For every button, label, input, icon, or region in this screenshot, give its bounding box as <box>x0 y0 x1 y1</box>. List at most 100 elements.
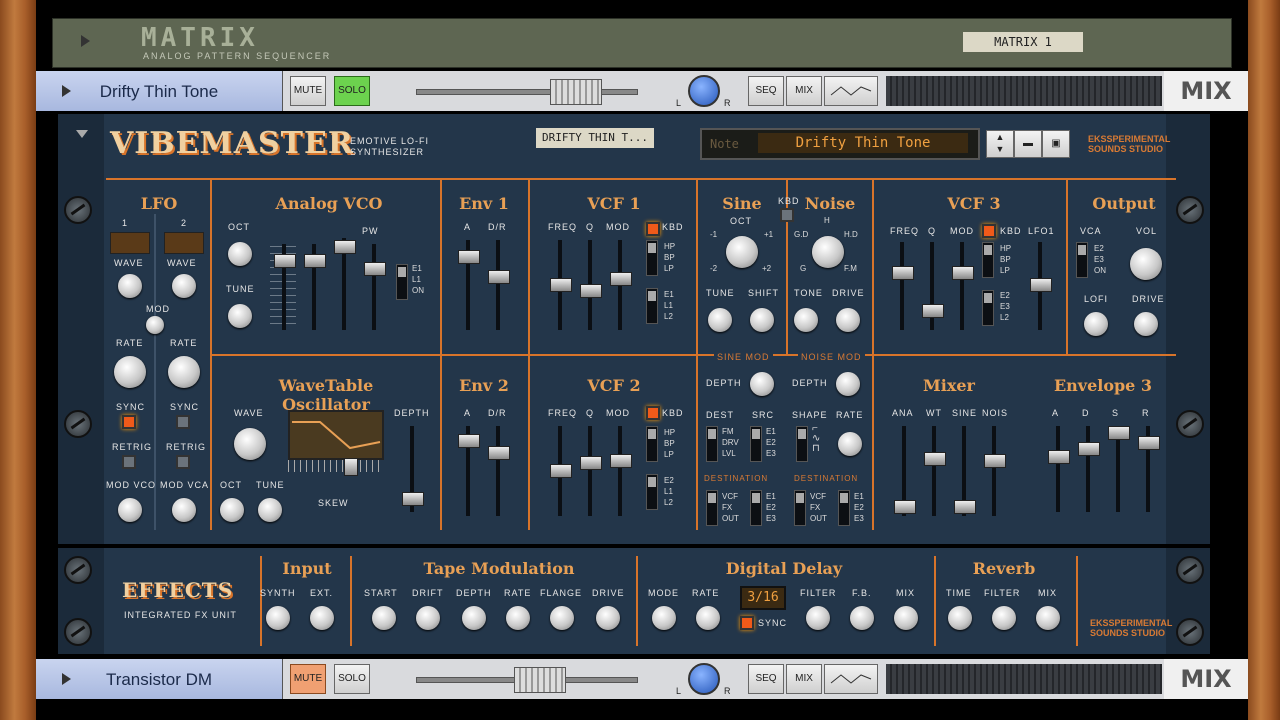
noise-drive-knob[interactable] <box>836 308 860 332</box>
lfo-mod-knob[interactable] <box>146 316 164 334</box>
output-vol-knob[interactable] <box>1130 248 1162 280</box>
noisemod-rate-knob[interactable] <box>838 432 862 456</box>
wt-tune-knob[interactable] <box>258 498 282 522</box>
vco-mod-switch[interactable] <box>396 264 408 300</box>
output-vca-switch[interactable] <box>1076 242 1088 278</box>
seq-button[interactable]: SEQ <box>748 664 784 694</box>
vcf3-lfo1-slider[interactable] <box>1030 242 1052 330</box>
save-icon[interactable]: ▣ <box>1042 130 1070 158</box>
pan-knob[interactable] <box>688 75 720 107</box>
pan-knob[interactable] <box>688 663 720 695</box>
noisemod-out-switch[interactable] <box>794 490 806 526</box>
patch-display[interactable]: Note Drifty Thin Tone <box>700 128 980 160</box>
expand-triangle-icon[interactable] <box>81 35 90 47</box>
wt-wave-knob[interactable] <box>234 428 266 460</box>
noise-type-knob[interactable] <box>812 236 844 268</box>
env3-sustain-slider[interactable] <box>1108 426 1130 512</box>
vco-square-slider[interactable] <box>334 238 356 330</box>
lfo2-rate-knob[interactable] <box>168 356 200 388</box>
mute-button[interactable]: MUTE <box>290 664 326 694</box>
output-drive-knob[interactable] <box>1134 312 1158 336</box>
delay-fb-knob[interactable] <box>850 606 874 630</box>
env1-attack-slider[interactable] <box>458 240 480 330</box>
vcf2-mod-slider[interactable] <box>610 426 632 516</box>
mix-button[interactable]: MIX <box>786 76 822 106</box>
vco-saw-slider[interactable] <box>274 244 296 330</box>
sinemod-depth-knob[interactable] <box>750 372 774 396</box>
noisemod-shape-switch[interactable] <box>796 426 808 462</box>
sinemod-out-switch[interactable] <box>706 490 718 526</box>
folder-icon[interactable]: ▬ <box>1014 130 1042 158</box>
mixer-wt-slider[interactable] <box>924 426 946 516</box>
vco-pw-slider[interactable] <box>364 244 386 330</box>
vcf3-kbd-led[interactable] <box>982 224 996 238</box>
lfo2-wave-knob[interactable] <box>172 274 196 298</box>
vcf1-freq-slider[interactable] <box>550 240 572 330</box>
lfo2-sync-led[interactable] <box>176 415 190 429</box>
sine-kbd-button[interactable] <box>780 208 794 222</box>
sine-shift-knob[interactable] <box>750 308 774 332</box>
delay-sync-led[interactable] <box>740 616 754 630</box>
output-lofi-knob[interactable] <box>1084 312 1108 336</box>
mixer-noise-slider[interactable] <box>984 426 1006 516</box>
sine-oct-knob[interactable] <box>726 236 758 268</box>
noisemod-depth-knob[interactable] <box>836 372 860 396</box>
automation-wave-button[interactable] <box>824 664 878 694</box>
tape-rate-knob[interactable] <box>506 606 530 630</box>
tape-flange-knob[interactable] <box>550 606 574 630</box>
vcf3-mod-slider[interactable] <box>952 242 974 330</box>
track-name-box[interactable]: Drifty Thin Tone <box>36 71 283 111</box>
wt-depth-slider[interactable] <box>402 426 424 512</box>
lfo1-wave-knob[interactable] <box>118 274 142 298</box>
sinemod-out-src-switch[interactable] <box>750 490 762 526</box>
vcf2-q-slider[interactable] <box>580 426 602 516</box>
mixer-ana-slider[interactable] <box>894 426 916 516</box>
reverb-filter-knob[interactable] <box>992 606 1016 630</box>
patch-tape-label[interactable]: DRIFTY THIN T... <box>536 128 654 148</box>
lfo2-retrig-button[interactable] <box>176 455 190 469</box>
env2-decay-slider[interactable] <box>488 426 510 516</box>
delay-filter-knob[interactable] <box>806 606 830 630</box>
lfo1-retrig-button[interactable] <box>122 455 136 469</box>
noisemod-src-switch[interactable] <box>838 490 850 526</box>
lfo1-sync-led[interactable] <box>122 415 136 429</box>
track-name-box[interactable]: Transistor DM <box>36 659 283 699</box>
env3-decay-slider[interactable] <box>1078 426 1100 512</box>
vcf1-mod-src-switch[interactable] <box>646 288 658 324</box>
env3-release-slider[interactable] <box>1138 426 1160 512</box>
sinemod-src-switch[interactable] <box>750 426 762 462</box>
vcf2-kbd-led[interactable] <box>646 406 660 420</box>
vcf1-mod-slider[interactable] <box>610 240 632 330</box>
wt-skew-slider[interactable] <box>344 458 358 476</box>
seq-button[interactable]: SEQ <box>748 76 784 106</box>
input-ext-knob[interactable] <box>310 606 334 630</box>
tape-drift-knob[interactable] <box>416 606 440 630</box>
delay-mix-knob[interactable] <box>894 606 918 630</box>
mod-vca-knob[interactable] <box>172 498 196 522</box>
vcf2-mod-src-switch[interactable] <box>646 474 658 510</box>
mod-vco-knob[interactable] <box>118 498 142 522</box>
mix-button[interactable]: MIX <box>786 664 822 694</box>
vcf2-mode-switch[interactable] <box>646 426 658 462</box>
input-synth-knob[interactable] <box>266 606 290 630</box>
sinemod-dest-switch[interactable] <box>706 426 718 462</box>
fold-triangle-icon[interactable] <box>76 130 88 138</box>
delay-rate-knob[interactable] <box>696 606 720 630</box>
matrix-tape-label[interactable]: MATRIX 1 <box>963 32 1083 52</box>
env3-attack-slider[interactable] <box>1048 426 1070 512</box>
tape-start-knob[interactable] <box>372 606 396 630</box>
vcf1-mode-switch[interactable] <box>646 240 658 276</box>
tape-depth-knob[interactable] <box>462 606 486 630</box>
vco-oct-knob[interactable] <box>228 242 252 266</box>
noise-tone-knob[interactable] <box>794 308 818 332</box>
sine-tune-knob[interactable] <box>708 308 732 332</box>
solo-button[interactable]: SOLO <box>334 76 370 106</box>
tape-drive-knob[interactable] <box>596 606 620 630</box>
vcf3-freq-slider[interactable] <box>892 242 914 330</box>
vcf2-freq-slider[interactable] <box>550 426 572 516</box>
reverb-mix-knob[interactable] <box>1036 606 1060 630</box>
vco-tune-knob[interactable] <box>228 304 252 328</box>
env1-decay-slider[interactable] <box>488 240 510 330</box>
vcf3-mod-src-switch[interactable] <box>982 290 994 326</box>
patch-updown-button[interactable]: ▲ ▼ <box>986 130 1014 158</box>
